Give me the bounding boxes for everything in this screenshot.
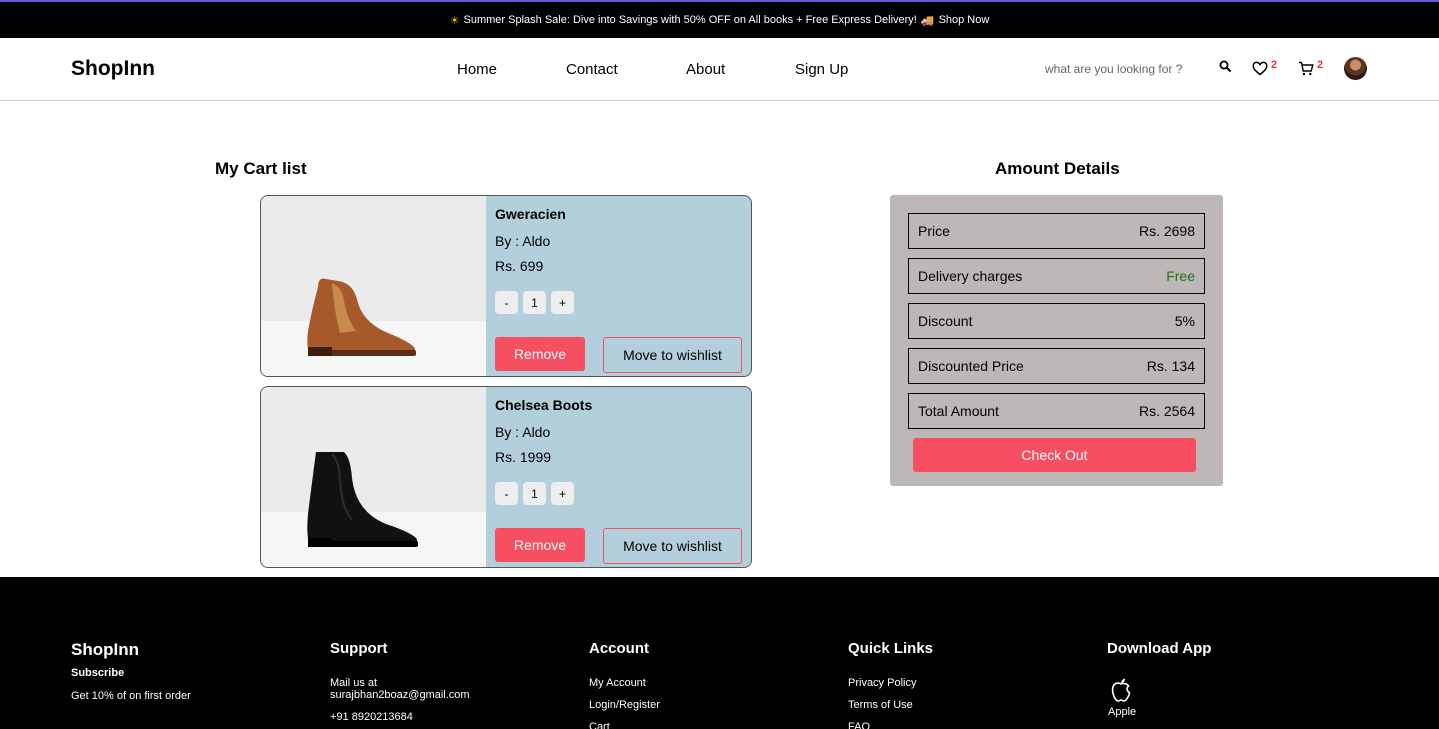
decrease-qty-button[interactable]: - — [495, 482, 518, 505]
promo-text: Summer Splash Sale: Dive into Savings wi… — [463, 14, 917, 26]
support-heading: Support — [330, 640, 388, 657]
footer-link-cart[interactable]: Cart — [589, 721, 610, 729]
cart-item: Gweracien By : Aldo Rs. 699 - 1 + Remove… — [260, 195, 752, 377]
product-name: Gweracien — [495, 206, 566, 222]
subscribe-heading: Subscribe — [71, 667, 125, 679]
apple-label[interactable]: Apple — [1108, 706, 1136, 718]
sun-icon: ☀ — [449, 14, 460, 27]
qty-value: 1 — [523, 482, 546, 505]
summary-row-discounted-price: Discounted Price Rs. 134 — [908, 348, 1205, 384]
support-mail-label: Mail us at — [330, 677, 378, 689]
avatar[interactable] — [1344, 57, 1367, 80]
search-icon[interactable] — [1219, 60, 1232, 78]
summary-label: Price — [918, 223, 950, 239]
promo-banner: ☀ Summer Splash Sale: Dive into Savings … — [0, 2, 1439, 38]
summary-label: Discount — [918, 313, 973, 329]
footer-link-terms[interactable]: Terms of Use — [848, 699, 913, 711]
account-heading: Account — [589, 640, 649, 657]
quick-links-column: Quick Links — [848, 640, 933, 657]
product-price: Rs. 1999 — [495, 449, 552, 465]
footer-link-login-register[interactable]: Login/Register — [589, 699, 660, 711]
heart-icon[interactable] — [1252, 61, 1268, 81]
support-column: Support — [330, 640, 388, 657]
brand-logo[interactable]: ShopInn — [71, 57, 155, 81]
summary-row-total: Total Amount Rs. 2564 — [908, 393, 1205, 429]
footer-link-my-account[interactable]: My Account — [589, 677, 646, 689]
support-email[interactable]: surajbhan2boaz@gmail.com — [330, 689, 470, 701]
search-input[interactable] — [1045, 60, 1195, 78]
quick-links-heading: Quick Links — [848, 640, 934, 657]
navbar: ShopInn Home Contact About Sign Up 2 2 — [0, 38, 1439, 101]
decrease-qty-button[interactable]: - — [495, 291, 518, 314]
summary-value: Free — [1166, 268, 1195, 284]
checkout-button[interactable]: Check Out — [913, 438, 1196, 472]
summary-label: Total Amount — [918, 403, 999, 419]
increase-qty-button[interactable]: + — [551, 482, 574, 505]
summary-value: 5% — [1174, 313, 1195, 329]
cart-item: Chelsea Boots By : Aldo Rs. 1999 - 1 + R… — [260, 386, 752, 568]
footer-brand: ShopInn — [71, 640, 139, 659]
product-price: Rs. 699 — [495, 258, 544, 274]
truck-icon: 🚚 — [920, 14, 935, 27]
summary-row-discount: Discount 5% — [908, 303, 1205, 339]
download-app-column: Download App — [1107, 640, 1211, 657]
boot-black-icon — [307, 452, 418, 547]
footer-brand-column: ShopInn — [71, 640, 139, 660]
move-to-wishlist-button[interactable]: Move to wishlist — [603, 337, 742, 373]
summary-row-price: Price Rs. 2698 — [908, 213, 1205, 249]
wishlist-count-badge: 2 — [1271, 59, 1278, 71]
amount-summary-panel: Price Rs. 2698 Delivery charges Free Dis… — [890, 195, 1223, 486]
summary-label: Delivery charges — [918, 268, 1023, 284]
nav-home[interactable]: Home — [457, 61, 497, 78]
qty-value: 1 — [523, 291, 546, 314]
nav-about[interactable]: About — [686, 61, 725, 78]
download-app-heading: Download App — [1107, 640, 1212, 657]
increase-qty-button[interactable]: + — [551, 291, 574, 314]
product-image — [261, 387, 486, 567]
product-brand: By : Aldo — [495, 424, 551, 440]
boot-tan-icon — [307, 278, 416, 356]
product-image — [261, 196, 486, 376]
cart-icon[interactable] — [1298, 61, 1314, 81]
footer: ShopInn Subscribe Get 10% of on first or… — [0, 577, 1439, 729]
remove-button[interactable]: Remove — [495, 528, 585, 562]
remove-button[interactable]: Remove — [495, 337, 585, 371]
summary-label: Discounted Price — [918, 358, 1024, 374]
subscribe-offer: Get 10% of on first order — [71, 690, 191, 702]
shop-now-link[interactable]: Shop Now — [939, 14, 990, 26]
cart-title: My Cart list — [215, 159, 307, 178]
nav-signup[interactable]: Sign Up — [795, 61, 848, 78]
nav-contact[interactable]: Contact — [566, 61, 618, 78]
product-brand: By : Aldo — [495, 233, 551, 249]
footer-link-faq[interactable]: FAQ — [848, 721, 870, 729]
move-to-wishlist-button[interactable]: Move to wishlist — [603, 528, 742, 564]
footer-link-privacy[interactable]: Privacy Policy — [848, 677, 916, 689]
support-phone[interactable]: +91 8920213684 — [330, 711, 413, 723]
apple-icon[interactable] — [1110, 677, 1132, 708]
summary-value: Rs. 2564 — [1138, 403, 1195, 419]
summary-value: Rs. 134 — [1146, 358, 1195, 374]
amount-details-title: Amount Details — [995, 159, 1120, 178]
summary-value: Rs. 2698 — [1138, 223, 1195, 239]
cart-count-badge: 2 — [1317, 59, 1324, 71]
summary-row-delivery: Delivery charges Free — [908, 258, 1205, 294]
account-column: Account — [589, 640, 649, 657]
product-name: Chelsea Boots — [495, 397, 593, 413]
